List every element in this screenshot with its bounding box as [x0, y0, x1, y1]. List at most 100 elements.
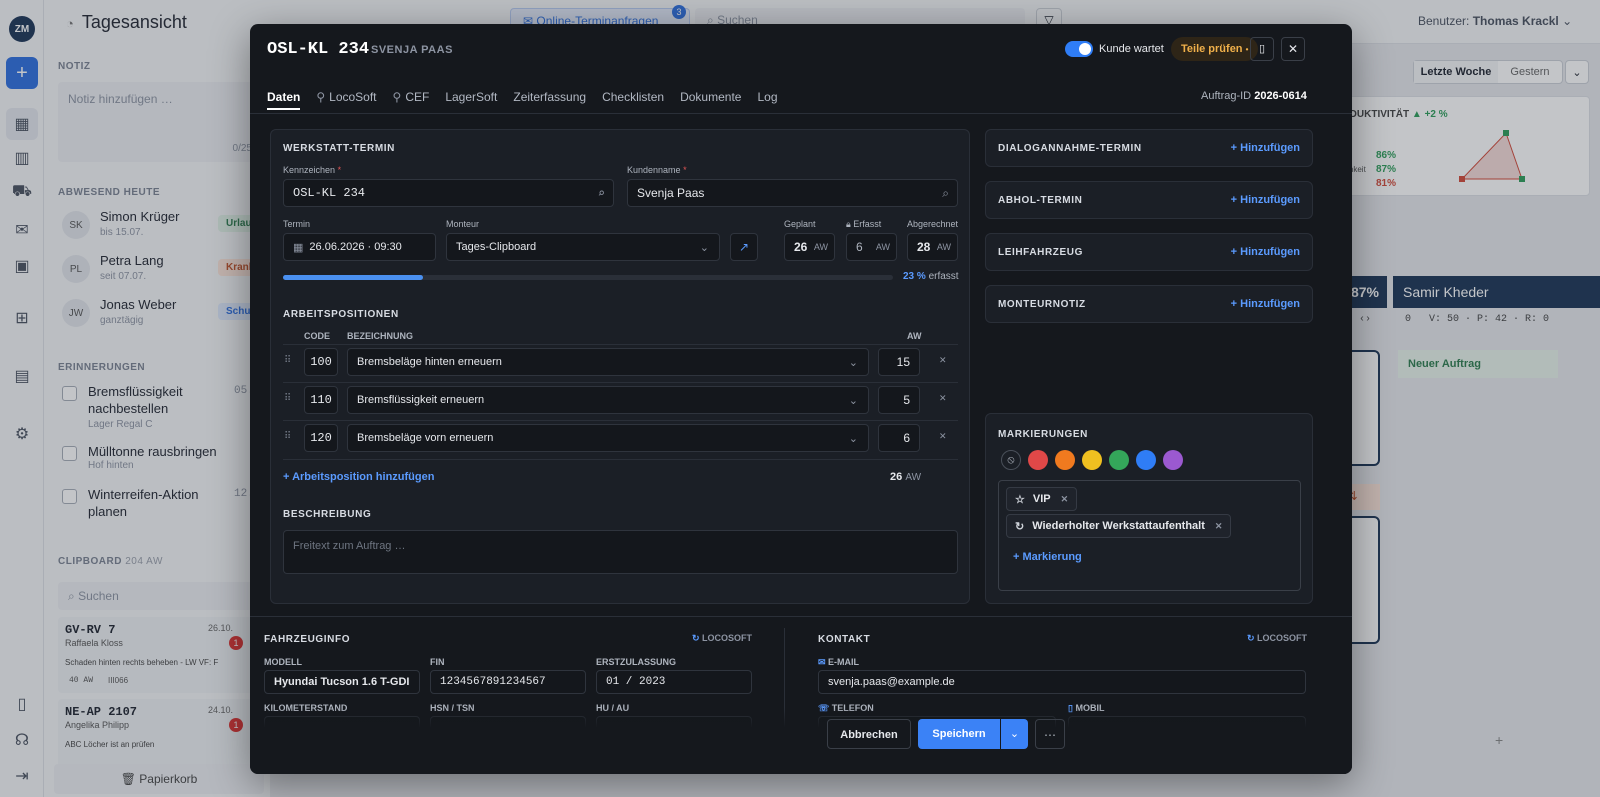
position-code[interactable]: 110	[304, 386, 338, 414]
first-reg-value: 01 / 2023	[606, 676, 666, 688]
customer-name-input[interactable]: Svenja Paas ⌕	[627, 179, 958, 207]
sidebar-toggle-icon[interactable]: ▯	[1250, 37, 1274, 61]
progress-suffix: erfasst	[928, 271, 959, 282]
termin-input[interactable]: ▦ 26.06.2026 · 09:30	[283, 233, 436, 261]
tab-lagersoft[interactable]: LagerSoft	[445, 90, 497, 110]
recorded-label-text: Erfasst	[853, 219, 882, 229]
chip-repeat: ↻ Wiederholter Werkstattaufenthalt ✕	[1006, 514, 1232, 538]
chevron-down-icon: ⌄	[848, 356, 858, 369]
add-button[interactable]: + Hinzufügen	[1231, 142, 1300, 154]
billed-label: Abgerechnet	[907, 219, 959, 229]
monteur-select[interactable]: Tages-Clipboard ⌄	[446, 233, 720, 261]
position-aw-value: 15	[896, 355, 910, 369]
position-name-value: Bremsbeläge vorn erneuern	[357, 432, 494, 444]
add-marking-button[interactable]: + Markierung	[1013, 551, 1082, 563]
plate-input[interactable]: OSL-KL 234 ⌕	[283, 179, 614, 207]
email-input[interactable]: svenja.paas@example.de	[818, 670, 1306, 694]
open-monteur-icon[interactable]: ↗	[730, 233, 758, 261]
color-swatch[interactable]	[1136, 450, 1156, 470]
color-swatch[interactable]	[1163, 450, 1183, 470]
remove-icon[interactable]: ✕	[939, 355, 947, 366]
search-icon: ⌕	[597, 186, 605, 201]
monteur-label: Monteur	[446, 219, 480, 229]
add-marking-label: Markierung	[1022, 551, 1082, 563]
drag-handle-icon[interactable]: ⠿	[284, 393, 291, 404]
order-id-value: 2026-0614	[1254, 90, 1307, 102]
position-name-select[interactable]: Bremsbeläge vorn erneuern ⌄	[347, 424, 869, 452]
row-divider	[283, 420, 958, 421]
parts-check-badge[interactable]: Teile prüfen •	[1171, 37, 1259, 61]
side-panel-4: MONTEURNOTIZ + Hinzufügen	[985, 285, 1313, 323]
vehicle-source-label: LOCOSOFT	[702, 633, 753, 643]
tab-locosoft[interactable]: ⚲ LocoSoft	[316, 90, 376, 110]
tab-label: Log	[757, 90, 778, 104]
planned-unit: AW	[813, 242, 828, 252]
more-icon[interactable]: ⋯	[1035, 719, 1065, 749]
color-picker	[1028, 450, 1228, 470]
modal-tabs: Daten ⚲ LocoSoft ⚲ CEF LagerSoft Zeiterfassung…	[267, 90, 778, 110]
tab-checklisten[interactable]: Checklisten	[602, 90, 664, 110]
position-name-select[interactable]: Bremsbeläge hinten erneuern ⌄	[347, 348, 869, 376]
contact-source[interactable]: ↻ LOCOSOFT	[1247, 633, 1307, 644]
pin-icon: ⚲	[316, 90, 326, 104]
vehicle-source[interactable]: ↻ LOCOSOFT	[692, 633, 752, 644]
tab-cef[interactable]: ⚲ CEF	[393, 90, 430, 110]
position-aw-input[interactable]: 6	[878, 424, 920, 452]
positions-header: ARBEITSPOSITIONEN	[283, 309, 399, 320]
recorded-value: 6	[856, 240, 863, 254]
position-code[interactable]: 100	[304, 348, 338, 376]
fin-input[interactable]: 1234567891234567	[430, 670, 586, 694]
billed-input[interactable]: 28 AW	[907, 233, 958, 261]
werkstatt-header: WERKSTATT-TERMIN	[283, 143, 395, 154]
description-placeholder: Freitext zum Auftrag …	[293, 540, 406, 552]
close-icon[interactable]: ✕	[1215, 521, 1223, 532]
footer-bar: Abbrechen Speichern ⌄ ⋯	[250, 708, 1352, 774]
termin-label: Termin	[283, 219, 311, 229]
side-panel-2: ABHOL-TERMIN + Hinzufügen	[985, 181, 1313, 219]
mail-icon: ✉	[818, 657, 829, 667]
drag-handle-icon[interactable]: ⠿	[284, 355, 291, 366]
save-button[interactable]: Speichern	[918, 719, 1000, 749]
order-id-label: Auftrag-ID	[1201, 90, 1252, 102]
model-input[interactable]: Hyundai Tucson 1.6 T-GDI	[264, 670, 420, 694]
sync-icon: ↻	[692, 633, 703, 643]
position-name-select[interactable]: Bremsflüssigkeit erneuern ⌄	[347, 386, 869, 414]
tab-dokumente[interactable]: Dokumente	[680, 90, 741, 110]
position-aw-value: 5	[903, 393, 910, 407]
color-swatch[interactable]	[1082, 450, 1102, 470]
close-icon[interactable]: ✕	[1061, 494, 1069, 505]
tab-log[interactable]: Log	[757, 90, 777, 110]
recorded-unit: AW	[875, 242, 890, 252]
tab-daten[interactable]: Daten	[267, 90, 301, 110]
section-divider	[250, 616, 1352, 617]
planned-input[interactable]: 26 AW	[784, 233, 835, 261]
add-button[interactable]: + Hinzufügen	[1231, 246, 1300, 258]
color-swatch[interactable]	[1028, 450, 1048, 470]
customer-waiting-toggle[interactable]	[1065, 41, 1093, 57]
position-aw-input[interactable]: 5	[878, 386, 920, 414]
pin-icon: ⚲	[392, 90, 402, 104]
tab-label: LocoSoft	[329, 90, 377, 104]
position-code[interactable]: 120	[304, 424, 338, 452]
first-reg-input[interactable]: 01 / 2023	[596, 670, 752, 694]
remove-icon[interactable]: ✕	[939, 393, 947, 404]
description-textarea[interactable]: Freitext zum Auftrag …	[283, 530, 958, 574]
color-swatch[interactable]	[1055, 450, 1075, 470]
side-panel-title: LEIHFAHRZEUG	[998, 247, 1083, 258]
color-swatch[interactable]	[1109, 450, 1129, 470]
remove-icon[interactable]: ✕	[939, 431, 947, 442]
add-button[interactable]: + Hinzufügen	[1231, 298, 1300, 310]
cancel-button[interactable]: Abbrechen	[827, 719, 911, 749]
drag-handle-icon[interactable]: ⠿	[284, 431, 291, 442]
add-position-button[interactable]: + Arbeitsposition hinzufügen	[283, 471, 434, 483]
modal-plate: OSL-KL 234	[267, 40, 370, 59]
email-label-text: E-MAIL	[828, 657, 860, 667]
close-icon[interactable]: ✕	[1281, 37, 1305, 61]
no-color-icon[interactable]: ⦸	[1001, 450, 1021, 470]
recorded-label: 🔒︎ Erfasst	[846, 219, 881, 230]
add-button[interactable]: + Hinzufügen	[1231, 194, 1300, 206]
tab-zeiterfassung[interactable]: Zeiterfassung	[513, 90, 586, 110]
position-aw-input[interactable]: 15	[878, 348, 920, 376]
position-name-value: Bremsbeläge hinten erneuern	[357, 356, 502, 368]
chevron-down-icon[interactable]: ⌄	[1001, 719, 1028, 749]
